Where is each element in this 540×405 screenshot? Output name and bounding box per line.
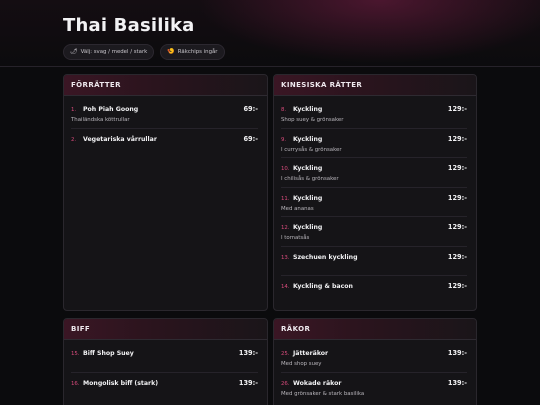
menu-item[interactable]: 10. Kyckling 129:- I chilisås & grönsake… <box>281 158 467 188</box>
section-rakor: RÄKOR 25. Jätteräkor 139:- Med shop suey… <box>273 318 477 405</box>
item-number: 9. <box>281 136 287 143</box>
menu-item[interactable]: 11. Kyckling 129:- Med ananas <box>281 188 467 217</box>
item-price: 139:- <box>447 378 467 387</box>
item-description: I currysås & grönsaker <box>281 146 342 153</box>
item-price: 69:- <box>243 105 258 113</box>
section-title: BIFF <box>64 319 267 340</box>
menu-page: Thai Basilika 🌶 Välj: svag / medel / sta… <box>0 0 540 405</box>
item-name: Kyckling <box>293 224 323 231</box>
chili-icon: 🌶 <box>70 48 78 55</box>
item-number: 11. <box>281 195 290 202</box>
item-name: Biff Shop Suey <box>83 350 134 357</box>
item-price: 129:- <box>447 164 467 172</box>
item-number: 10. <box>281 166 290 172</box>
item-name: Kyckling & bacon <box>293 283 353 290</box>
menu-item[interactable]: 12. Kyckling 129:- I tomatsås <box>281 217 467 247</box>
item-number: 13. <box>281 254 290 261</box>
item-name: Wokade räkor <box>293 379 342 387</box>
item-name: Jätteräkor <box>293 350 329 357</box>
info-chips: 🌶 Välj: svag / medel / stark 🍤 Räkchips … <box>63 44 540 60</box>
section-biff: BIFF 15. Biff Shop Suey 139:- 16. Mongol… <box>63 318 268 405</box>
menu-item[interactable]: 8. Kyckling 129:- Shop suey & grönsaker <box>281 99 467 129</box>
item-name: Kyckling <box>293 135 323 143</box>
spice-level-label: Välj: svag / medel / stark <box>80 49 148 55</box>
item-description: Shop suey & grönsaker <box>281 117 344 123</box>
menu-item[interactable]: 9. Kyckling 129:- I currysås & grönsaker <box>281 129 467 158</box>
item-price: 139:- <box>447 349 467 357</box>
menu-item[interactable]: 1. Poh Piah Goong 69:- Thailändska köttr… <box>71 99 258 129</box>
shrimp-chips-chip: 🍤 Räkchips ingår <box>160 44 225 60</box>
item-description: I tomatsås <box>281 235 310 241</box>
section-kinesiska-ratter: KINESISKA RÄTTER 8. Kyckling 129:- Shop … <box>273 74 477 311</box>
spice-level-chip: 🌶 Välj: svag / medel / stark <box>63 44 155 60</box>
shrimp-chips-label: Räkchips ingår <box>177 49 218 55</box>
section-title: FÖRRÄTTER <box>64 75 267 96</box>
item-name: Mongolisk biff (stark) <box>83 379 159 387</box>
section-title: RÄKOR <box>274 319 476 340</box>
item-description: Med ananas <box>281 205 314 212</box>
item-number: 16. <box>71 380 80 387</box>
page-header: Thai Basilika 🌶 Välj: svag / medel / sta… <box>0 0 540 67</box>
item-description: Med grönsaker & stark basilika <box>281 390 365 397</box>
item-description: Med shop suey <box>281 361 322 367</box>
item-price: 139:- <box>238 378 258 387</box>
item-price: 129:- <box>447 252 467 261</box>
menu-item[interactable]: 16. Mongolisk biff (stark) 139:- <box>71 373 258 403</box>
item-number: 12. <box>281 225 290 231</box>
item-description: I chilisås & grönsaker <box>281 176 339 182</box>
item-price: 129:- <box>447 193 467 202</box>
item-name: Vegetariska vårrullar <box>83 135 157 143</box>
menu-item[interactable]: 13. Szechuen kyckling 129:- <box>281 247 467 276</box>
item-number: 15. <box>71 351 80 357</box>
shrimp-chips-icon: 🍤 <box>167 48 175 55</box>
item-number: 25. <box>281 351 290 357</box>
menu-item[interactable]: 26. Wokade räkor 139:- Med grönsaker & s… <box>281 373 467 403</box>
section-title: KINESISKA RÄTTER <box>274 75 476 96</box>
item-number: 26. <box>281 380 290 387</box>
item-price: 129:- <box>447 282 467 290</box>
item-name: Kyckling <box>293 106 323 113</box>
item-name: Szechuen kyckling <box>293 253 358 261</box>
item-price: 129:- <box>447 105 467 113</box>
section-forratter: FÖRRÄTTER 1. Poh Piah Goong 69:- Thailän… <box>63 74 268 311</box>
item-number: 14. <box>281 284 290 290</box>
item-description: Thailändska köttrullar <box>71 117 130 123</box>
menu-item[interactable]: 14. Kyckling & bacon 129:- <box>281 276 467 306</box>
item-price: 129:- <box>447 223 467 231</box>
item-name: Kyckling <box>293 194 323 202</box>
item-number: 2. <box>71 136 77 143</box>
item-price: 139:- <box>238 349 258 357</box>
item-price: 129:- <box>447 134 467 143</box>
item-name: Kyckling <box>293 165 323 172</box>
item-name: Poh Piah Goong <box>83 106 139 113</box>
item-number: 1. <box>71 107 77 113</box>
item-price: 69:- <box>243 134 258 143</box>
item-number: 8. <box>281 107 287 113</box>
menu-item[interactable]: 15. Biff Shop Suey 139:- <box>71 343 258 373</box>
menu-item[interactable]: 2. Vegetariska vårrullar 69:- <box>71 129 258 159</box>
page-title: Thai Basilika <box>63 15 195 36</box>
menu-item[interactable]: 25. Jätteräkor 139:- Med shop suey <box>281 343 467 373</box>
